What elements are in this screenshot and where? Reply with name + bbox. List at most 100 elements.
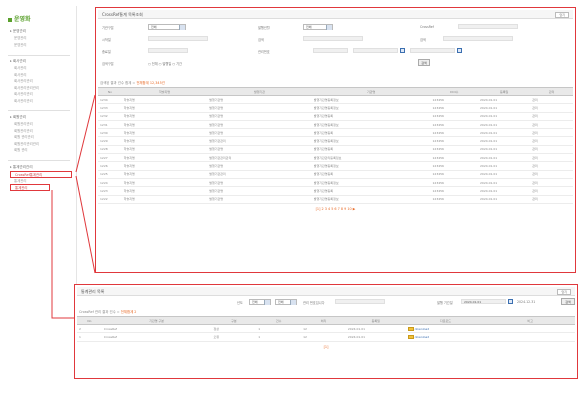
calendar-icon[interactable]: [457, 48, 462, 53]
close-button[interactable]: 닫기: [555, 11, 569, 18]
date-from-input[interactable]: [353, 48, 398, 53]
table-cell: 학술지명: [121, 161, 208, 171]
table-row[interactable]: 1229 학술지명 발행기관관리 발행기관명등록정보 123456 2024.01.01 관…: [98, 136, 573, 146]
table-cell[interactable]: download: [405, 332, 486, 342]
crossref-stats-window: CrossRef통계 목록조회 닫기 기관구분 전체 발행년월 전체 Cross…: [95, 7, 576, 273]
table-cell: 관리: [530, 95, 573, 105]
column-header: 관리: [530, 87, 573, 96]
date-to-input[interactable]: [410, 48, 455, 53]
table-cell: 2024.01.01: [345, 332, 406, 342]
table-cell: 관리: [530, 136, 573, 146]
keyword-input[interactable]: [443, 36, 513, 41]
table-cell: 오류: [211, 332, 257, 342]
table-cell: 관리: [530, 103, 573, 113]
table-row[interactable]: 1231 학술지명 발행기관명 발행기관명등록정보 123456 2024.01.01 관리: [98, 120, 573, 130]
pagination[interactable]: [1]: [77, 342, 575, 352]
end-input[interactable]: [148, 48, 188, 53]
date-type-radio-group[interactable]: ○ 전체 ○ 발행일 ○ 기간: [148, 61, 182, 66]
table-cell: 2024.01.01: [478, 145, 531, 155]
table-cell: 학술지명: [121, 95, 208, 105]
file-icon: [407, 334, 414, 339]
window-title: 통계관리 목록: [81, 289, 105, 294]
month-select[interactable]: 전체: [275, 299, 297, 305]
table-row[interactable]: 1228 학술지명 발행기관명 발행기관명등록 123456 2024.01.01 관리: [98, 145, 573, 155]
search-form: 기관구분 전체 발행년월 전체 CrossRef 시작일 검색 검색 종료일 관…: [98, 19, 573, 79]
table-cell: 발행기관명등록정보: [311, 95, 431, 105]
table-cell: 2024.01.01: [478, 161, 531, 171]
table-row[interactable]: 1226 학술지명 발행기관명 발행기관명등록정보 123456 2024.01.01 관리: [98, 161, 573, 171]
query-input[interactable]: [335, 299, 385, 304]
table-cell: 관리: [530, 186, 573, 196]
table-cell: 발행기관명등록: [311, 145, 431, 155]
table-cell: 발행기관명등록정보: [311, 178, 431, 188]
table-cell: 발행기관관리: [207, 136, 312, 146]
search-button[interactable]: 검색: [561, 298, 575, 305]
crossref-input[interactable]: [458, 24, 518, 29]
table-cell: 2024.01.01: [478, 95, 531, 105]
table-row[interactable]: 1223 학술지명 발행기관명 발행기관명등록 123456 2024.01.01 관리: [98, 186, 573, 196]
pagination[interactable]: [1] 2 3 4 5 6 7 8 9 10 ▶: [98, 204, 573, 214]
table-cell: 발행기관명등록정보: [311, 120, 431, 130]
close-button[interactable]: 닫기: [557, 288, 571, 295]
table-row[interactable]: 1224 학술지명 발행기관명 발행기관명등록정보 123456 2024.01.01 관리: [98, 178, 573, 188]
table-cell: 2024.01.01: [478, 136, 531, 146]
column-header: 학술지명: [121, 87, 208, 96]
table-row[interactable]: 1227 학술지명 발행기관관리관리 발행기관관리등록정보 123456 2024.01.…: [98, 153, 573, 163]
table-cell: 12: [301, 332, 346, 342]
table-cell[interactable]: download: [405, 324, 486, 334]
table-row[interactable]: 1222 학술지명 발행기관명 발행기관명등록정보 123456 2024.01.01 관리: [98, 195, 573, 204]
date-to-value: 2024.12.31: [517, 300, 536, 304]
filter-toolbar: 년도 전체 전체 관리 번호입니다 발행 기간일 2024.01.01 2024…: [77, 296, 575, 308]
table-cell: 관리: [530, 195, 573, 204]
table-cell: 발행기관명: [207, 186, 312, 196]
institution-select[interactable]: 전체: [148, 24, 186, 30]
download-link[interactable]: download: [415, 327, 430, 331]
table-row[interactable]: 1233 학술지명 발행기관명 발행기관명등록정보 123456 2024.01.01 관리: [98, 103, 573, 113]
table-cell: 발행기관명등록: [311, 170, 431, 179]
table-cell: 발행기관명등록정보: [311, 161, 431, 171]
table-cell: 학술지명: [121, 136, 208, 146]
calendar-icon[interactable]: [508, 299, 513, 304]
field-label: 검색구분: [102, 62, 114, 66]
number-input[interactable]: [313, 48, 348, 53]
result-count: CrossRef 관리 결과 건수 = 전체합계 2: [79, 310, 137, 314]
table-cell: 123456: [430, 161, 478, 171]
calendar-icon[interactable]: [400, 48, 405, 53]
date-from-input[interactable]: 2024.01.01: [461, 299, 506, 304]
search-button[interactable]: 검색: [418, 59, 430, 66]
download-link[interactable]: download: [415, 335, 430, 339]
table-cell: 1226: [98, 161, 122, 171]
table-cell: 1: [256, 324, 302, 334]
search-input[interactable]: [303, 36, 363, 41]
table-cell: 1233: [98, 103, 122, 113]
table-cell: 발행기관명: [207, 95, 312, 105]
table-cell: 2: [77, 324, 102, 334]
table-row[interactable]: 1 CrossRef 오류 1 12 2024.01.01 download: [77, 332, 575, 342]
table-cell: 1227: [98, 153, 122, 163]
table-cell: [485, 324, 575, 334]
table-row[interactable]: 1232 학술지명 발행기관명 발행기관명등록 123456 2024.01.01 관리: [98, 112, 573, 121]
table-row[interactable]: 1225 학술지명 발행기관관리 발행기관명등록 123456 2024.01.01 관리: [98, 170, 573, 179]
column-header: 처리: [301, 316, 346, 325]
start-input[interactable]: [148, 36, 208, 41]
period-select[interactable]: 전체: [303, 24, 333, 30]
table-row[interactable]: 1230 학술지명 발행기관명 발행기관명등록 123456 2024.01.01 관리: [98, 128, 573, 138]
table-row[interactable]: 2 CrossRef 정상 1 12 2024.01.01 download: [77, 324, 575, 334]
table-cell: 학술지명: [121, 112, 208, 121]
year-select[interactable]: 전체: [249, 299, 271, 305]
field-label: 시작일: [102, 38, 111, 42]
table-row[interactable]: 1234 학술지명 발행기관명 발행기관명등록정보 123456 2024.01.01 관리: [98, 95, 573, 105]
field-label: CrossRef: [420, 25, 434, 29]
table-cell: 1223: [98, 186, 122, 196]
field-label: 종료일: [102, 50, 111, 54]
table-cell: 관리: [530, 161, 573, 171]
table-cell: 123456: [430, 120, 478, 130]
table-cell: 발행기관명등록정보: [311, 136, 431, 146]
table-cell: 학술지명: [121, 145, 208, 155]
table-cell: 1222: [98, 195, 122, 204]
column-header: No: [77, 316, 102, 325]
table-cell: 1229: [98, 136, 122, 146]
column-header: 건수: [256, 316, 302, 325]
table-cell: 발행기관명: [207, 145, 312, 155]
table-cell: 123456: [430, 95, 478, 105]
